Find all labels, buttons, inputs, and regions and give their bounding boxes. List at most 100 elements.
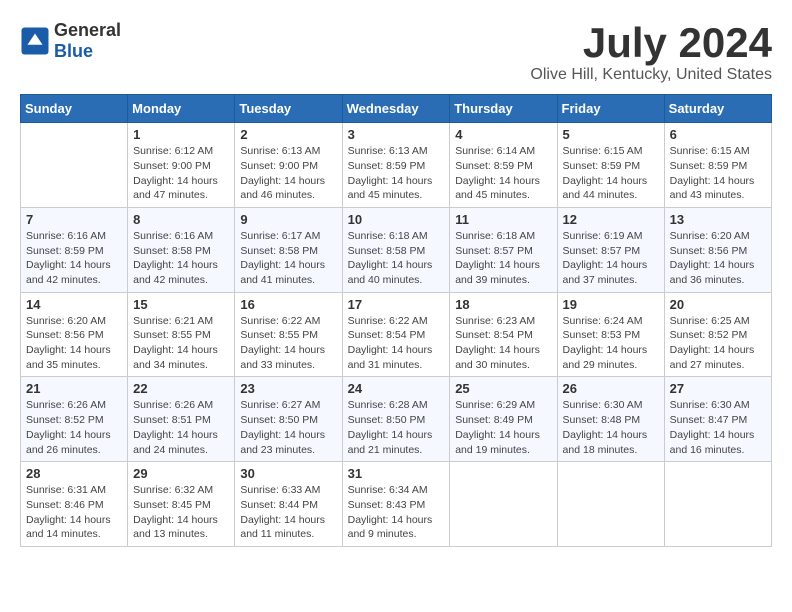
logo-text: General Blue <box>54 20 121 62</box>
title-area: July 2024 Olive Hill, Kentucky, United S… <box>530 20 772 84</box>
calendar-cell: 23 Sunrise: 6:27 AM Sunset: 8:50 PM Dayli… <box>235 377 342 462</box>
day-number: 25 <box>455 381 551 396</box>
day-info: Sunrise: 6:29 AM Sunset: 8:49 PM Dayligh… <box>455 398 551 457</box>
calendar-cell: 9Sunrise: 6:17 AM Sunset: 8:58 PM Daylig… <box>235 207 342 292</box>
day-info: Sunrise: 6:15 AM Sunset: 8:59 PM Dayligh… <box>563 144 659 203</box>
day-info: Sunrise: 6:31 AM Sunset: 8:46 PM Dayligh… <box>26 483 122 542</box>
day-info: Sunrise: 6:21 AM Sunset: 8:55 PM Dayligh… <box>133 314 229 373</box>
calendar-cell: 6 Sunrise: 6:15 AM Sunset: 8:59 PM Daylig… <box>664 123 771 208</box>
subtitle: Olive Hill, Kentucky, United States <box>530 66 772 84</box>
weekday-header: Sunday <box>21 95 128 123</box>
day-number: 4 <box>455 127 551 142</box>
day-number: 20 <box>670 297 766 312</box>
logo-blue: Blue <box>54 41 93 61</box>
day-number: 30 <box>240 466 336 481</box>
calendar-cell: 15 Sunrise: 6:21 AM Sunset: 8:55 PM Dayli… <box>128 292 235 377</box>
calendar-cell <box>557 462 664 547</box>
day-number: 18 <box>455 297 551 312</box>
day-info: Sunrise: 6:12 AM Sunset: 9:00 PM Dayligh… <box>133 144 229 203</box>
day-info: Sunrise: 6:27 AM Sunset: 8:50 PM Dayligh… <box>240 398 336 457</box>
day-info: Sunrise: 6:15 AM Sunset: 8:59 PM Dayligh… <box>670 144 766 203</box>
calendar-cell: 20Sunrise: 6:25 AM Sunset: 8:52 PM Dayli… <box>664 292 771 377</box>
calendar-week-row: 7Sunrise: 6:16 AM Sunset: 8:59 PM Daylig… <box>21 207 772 292</box>
day-number: 19 <box>563 297 659 312</box>
calendar-cell: 3 Sunrise: 6:13 AM Sunset: 8:59 PM Daylig… <box>342 123 450 208</box>
day-info: Sunrise: 6:14 AM Sunset: 8:59 PM Dayligh… <box>455 144 551 203</box>
logo-icon <box>20 26 50 56</box>
day-info: Sunrise: 6:20 AM Sunset: 8:56 PM Dayligh… <box>26 314 122 373</box>
logo-general: General <box>54 20 121 40</box>
day-number: 8 <box>133 212 229 227</box>
day-number: 24 <box>348 381 445 396</box>
calendar-cell: 2 Sunrise: 6:13 AM Sunset: 9:00 PM Daylig… <box>235 123 342 208</box>
day-number: 16 <box>240 297 336 312</box>
calendar-cell: 26 Sunrise: 6:30 AM Sunset: 8:48 PM Dayli… <box>557 377 664 462</box>
day-number: 26 <box>563 381 659 396</box>
calendar-cell: 16Sunrise: 6:22 AM Sunset: 8:55 PM Dayli… <box>235 292 342 377</box>
day-info: Sunrise: 6:13 AM Sunset: 8:59 PM Dayligh… <box>348 144 445 203</box>
day-number: 23 <box>240 381 336 396</box>
day-info: Sunrise: 6:30 AM Sunset: 8:47 PM Dayligh… <box>670 398 766 457</box>
day-info: Sunrise: 6:23 AM Sunset: 8:54 PM Dayligh… <box>455 314 551 373</box>
day-number: 5 <box>563 127 659 142</box>
calendar-header-row: SundayMondayTuesdayWednesdayThursdayFrid… <box>21 95 772 123</box>
day-number: 11 <box>455 212 551 227</box>
day-info: Sunrise: 6:16 AM Sunset: 8:58 PM Dayligh… <box>133 229 229 288</box>
day-number: 29 <box>133 466 229 481</box>
calendar-cell: 30 Sunrise: 6:33 AM Sunset: 8:44 PM Dayli… <box>235 462 342 547</box>
day-number: 3 <box>348 127 445 142</box>
calendar-cell: 29Sunrise: 6:32 AM Sunset: 8:45 PM Dayli… <box>128 462 235 547</box>
weekday-header: Wednesday <box>342 95 450 123</box>
day-info: Sunrise: 6:19 AM Sunset: 8:57 PM Dayligh… <box>563 229 659 288</box>
calendar-cell <box>664 462 771 547</box>
calendar-cell: 12Sunrise: 6:19 AM Sunset: 8:57 PM Dayli… <box>557 207 664 292</box>
day-number: 22 <box>133 381 229 396</box>
calendar-cell <box>21 123 128 208</box>
calendar-cell: 4 Sunrise: 6:14 AM Sunset: 8:59 PM Daylig… <box>450 123 557 208</box>
calendar-cell: 18 Sunrise: 6:23 AM Sunset: 8:54 PM Dayli… <box>450 292 557 377</box>
calendar: SundayMondayTuesdayWednesdayThursdayFrid… <box>20 94 772 547</box>
weekday-header: Saturday <box>664 95 771 123</box>
day-number: 31 <box>348 466 445 481</box>
day-number: 1 <box>133 127 229 142</box>
day-info: Sunrise: 6:26 AM Sunset: 8:52 PM Dayligh… <box>26 398 122 457</box>
calendar-cell: 10 Sunrise: 6:18 AM Sunset: 8:58 PM Dayli… <box>342 207 450 292</box>
calendar-cell: 11 Sunrise: 6:18 AM Sunset: 8:57 PM Dayli… <box>450 207 557 292</box>
calendar-cell: 14 Sunrise: 6:20 AM Sunset: 8:56 PM Dayli… <box>21 292 128 377</box>
calendar-cell: 22Sunrise: 6:26 AM Sunset: 8:51 PM Dayli… <box>128 377 235 462</box>
day-number: 13 <box>670 212 766 227</box>
day-number: 28 <box>26 466 122 481</box>
day-number: 14 <box>26 297 122 312</box>
day-info: Sunrise: 6:33 AM Sunset: 8:44 PM Dayligh… <box>240 483 336 542</box>
day-info: Sunrise: 6:30 AM Sunset: 8:48 PM Dayligh… <box>563 398 659 457</box>
calendar-week-row: 14 Sunrise: 6:20 AM Sunset: 8:56 PM Dayli… <box>21 292 772 377</box>
calendar-cell: 21 Sunrise: 6:26 AM Sunset: 8:52 PM Dayli… <box>21 377 128 462</box>
day-number: 15 <box>133 297 229 312</box>
calendar-cell: 31Sunrise: 6:34 AM Sunset: 8:43 PM Dayli… <box>342 462 450 547</box>
day-number: 21 <box>26 381 122 396</box>
day-number: 10 <box>348 212 445 227</box>
day-number: 27 <box>670 381 766 396</box>
calendar-cell: 8 Sunrise: 6:16 AM Sunset: 8:58 PM Daylig… <box>128 207 235 292</box>
day-info: Sunrise: 6:22 AM Sunset: 8:54 PM Dayligh… <box>348 314 445 373</box>
day-number: 6 <box>670 127 766 142</box>
weekday-header: Friday <box>557 95 664 123</box>
day-info: Sunrise: 6:18 AM Sunset: 8:57 PM Dayligh… <box>455 229 551 288</box>
weekday-header: Thursday <box>450 95 557 123</box>
calendar-cell: 19 Sunrise: 6:24 AM Sunset: 8:53 PM Dayli… <box>557 292 664 377</box>
calendar-week-row: 1 Sunrise: 6:12 AM Sunset: 9:00 PM Daylig… <box>21 123 772 208</box>
day-info: Sunrise: 6:13 AM Sunset: 9:00 PM Dayligh… <box>240 144 336 203</box>
calendar-cell: 24Sunrise: 6:28 AM Sunset: 8:50 PM Dayli… <box>342 377 450 462</box>
calendar-cell: 25 Sunrise: 6:29 AM Sunset: 8:49 PM Dayli… <box>450 377 557 462</box>
day-info: Sunrise: 6:24 AM Sunset: 8:53 PM Dayligh… <box>563 314 659 373</box>
calendar-cell: 1 Sunrise: 6:12 AM Sunset: 9:00 PM Daylig… <box>128 123 235 208</box>
day-number: 17 <box>348 297 445 312</box>
day-number: 7 <box>26 212 122 227</box>
logo: General Blue <box>20 20 121 62</box>
calendar-cell: 7Sunrise: 6:16 AM Sunset: 8:59 PM Daylig… <box>21 207 128 292</box>
calendar-cell: 13Sunrise: 6:20 AM Sunset: 8:56 PM Dayli… <box>664 207 771 292</box>
weekday-header: Tuesday <box>235 95 342 123</box>
day-number: 2 <box>240 127 336 142</box>
day-info: Sunrise: 6:18 AM Sunset: 8:58 PM Dayligh… <box>348 229 445 288</box>
calendar-cell: 27 Sunrise: 6:30 AM Sunset: 8:47 PM Dayli… <box>664 377 771 462</box>
